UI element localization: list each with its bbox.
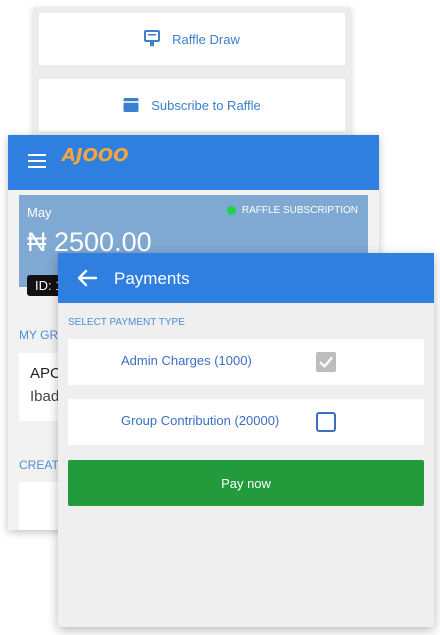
subscription-status-label: RAFFLE SUBSCRIPTION [241,205,358,216]
certificate-icon [144,30,161,48]
status-dot-icon [226,206,236,215]
group-contribution-checkbox[interactable] [316,412,336,432]
payment-type-heading: SELECT PAYMENT TYPE [68,317,185,328]
subscribe-raffle-button[interactable]: Subscribe to Raffle [39,79,345,131]
subscribe-raffle-label: Subscribe to Raffle [151,97,261,113]
group-location: Ibad [30,388,60,405]
summary-month: May [27,205,52,220]
payment-option-label: Admin Charges (1000) [121,353,252,368]
payment-option-admin-charges[interactable]: Admin Charges (1000) [68,339,424,385]
payments-screen: Payments SELECT PAYMENT TYPE Admin Charg… [58,253,434,627]
payment-option-group-contribution[interactable]: Group Contribution (20000) [68,399,424,445]
raffle-draw-button[interactable]: Raffle Draw [39,13,345,65]
group-name: APC [30,365,61,382]
app-logo: AJOOO [62,145,129,166]
app-bar: AJOOO [8,135,379,190]
payment-option-label: Group Contribution (20000) [121,413,280,428]
create-heading: CREATI [19,458,63,472]
page-title: Payments [114,269,190,288]
back-arrow-icon[interactable] [76,267,98,289]
subscription-status: RAFFLE SUBSCRIPTION [226,205,358,216]
payments-app-bar: Payments [58,253,434,303]
card-icon [123,96,139,114]
pay-now-button[interactable]: Pay now [68,460,424,506]
menu-icon[interactable] [28,154,46,168]
raffle-draw-label: Raffle Draw [172,31,240,47]
raffle-menu-card: Raffle Draw Subscribe to Raffle [33,7,351,147]
admin-charges-checkbox [316,352,336,372]
